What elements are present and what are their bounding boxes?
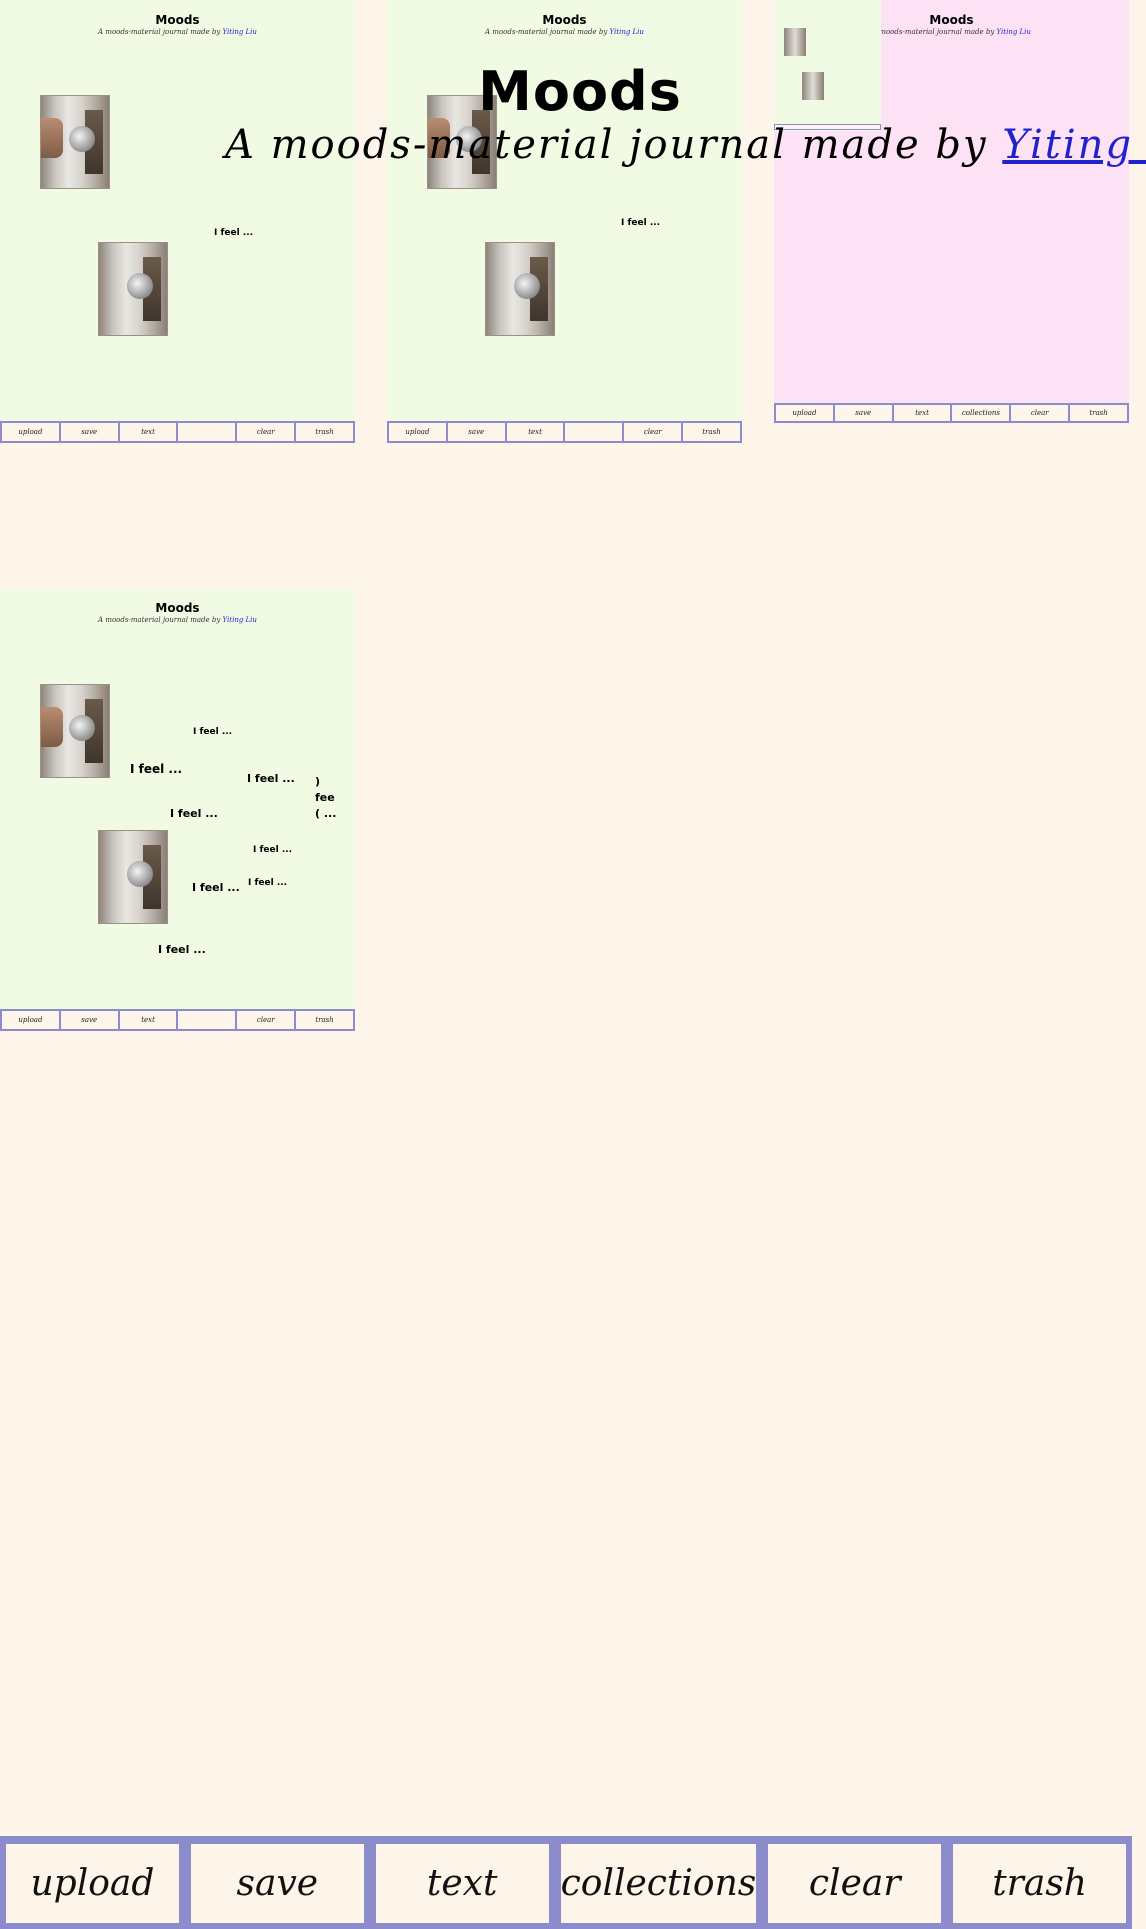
feel-text[interactable]: I feel ... [158,943,206,956]
thumb-upload-button[interactable]: upload [776,405,833,421]
feel-text[interactable]: I feel ... [192,881,240,894]
thumb-save-button[interactable]: save [60,1011,118,1029]
thumb-upload-button[interactable]: upload [2,423,59,441]
save-button[interactable]: save [190,1844,364,1923]
upload-button[interactable]: upload [6,1844,179,1923]
thumb-subtitle: A moods-material journal made by Yiting … [98,616,257,624]
thumb-clear-button[interactable]: clear [237,423,295,441]
thumb-author-link[interactable]: Yiting Liu [223,28,257,36]
thumb-upload-button[interactable]: upload [2,1011,59,1029]
thumb-subtitle: A moods-material journal made by Yiting … [485,28,644,36]
feel-text[interactable]: I feel ... [130,762,182,776]
doorknob-photo[interactable] [98,242,168,336]
thumb-save-button[interactable]: save [834,405,892,421]
thumb-collections-button[interactable]: collections [952,405,1010,421]
page-title: Moods [478,60,682,123]
thumb-toolbar: upload save text clear trash [387,421,742,443]
feel-text-partial[interactable]: ) fee( ... [315,774,336,822]
thumb-author-link[interactable]: Yiting Liu [997,28,1031,36]
feel-text[interactable]: I feel ... [214,228,253,238]
thumb-upload-button[interactable]: upload [389,423,446,441]
collection-thumbnail-4[interactable]: Moods A moods-material journal made by Y… [0,588,355,1031]
text-button[interactable]: text [375,1844,549,1923]
mini-photo [784,28,806,56]
clear-button[interactable]: clear [768,1844,942,1923]
thumb-toolbar: upload save text clear trash [0,421,355,443]
thumb-author-link[interactable]: Yiting Liu [223,616,257,624]
feel-text[interactable]: I feel ... [193,727,232,737]
thumb-subtitle: A moods-material journal made by Yiting … [98,28,257,36]
thumb-trash-button[interactable]: trash [296,423,353,441]
thumb-title: Moods [542,13,587,27]
thumb-text-button[interactable]: text [506,423,564,441]
thumb-title: Moods [155,13,200,27]
thumb-trash-button[interactable]: trash [1070,405,1127,421]
thumb-trash-button[interactable]: trash [683,423,740,441]
thumb-clear-button[interactable]: clear [624,423,682,441]
thumb-trash-button[interactable]: trash [296,1011,353,1029]
page-subtitle: A moods-material journal made by Yiting … [225,122,1146,168]
feel-text[interactable]: I feel ... [247,772,295,785]
thumb-blank-button[interactable] [178,423,236,441]
main-toolbar: upload save text collections clear trash [0,1836,1132,1929]
collections-button[interactable]: collections [560,1844,757,1923]
author-link[interactable]: Yiting Liu [1002,122,1146,168]
thumb-save-button[interactable]: save [447,423,505,441]
feel-text[interactable]: I feel ... [248,878,287,888]
thumb-clear-button[interactable]: clear [237,1011,295,1029]
thumb-toolbar: upload save text clear trash [0,1009,355,1031]
thumb-text-button[interactable]: text [119,423,177,441]
doorknob-photo[interactable] [40,684,110,778]
thumb-text-button[interactable]: text [119,1011,177,1029]
main-canvas[interactable]: Moods A moods-material journal made by Y… [0,0,1146,1836]
feel-text[interactable]: I feel ... [170,807,218,820]
thumb-text-button[interactable]: text [893,405,951,421]
thumb-blank-button[interactable] [565,423,623,441]
thumb-clear-button[interactable]: clear [1011,405,1069,421]
doorknob-photo[interactable] [485,242,555,336]
feel-text[interactable]: I feel ... [253,845,292,855]
thumb-blank-button[interactable] [178,1011,236,1029]
thumb-toolbar: upload save text collections clear trash [774,403,1129,423]
doorknob-photo[interactable] [98,830,168,924]
trash-button[interactable]: trash [953,1844,1127,1923]
thumb-author-link[interactable]: Yiting Liu [610,28,644,36]
feel-text[interactable]: I feel ... [621,218,660,228]
thumb-save-button[interactable]: save [60,423,118,441]
thumb-title: Moods [155,601,200,615]
